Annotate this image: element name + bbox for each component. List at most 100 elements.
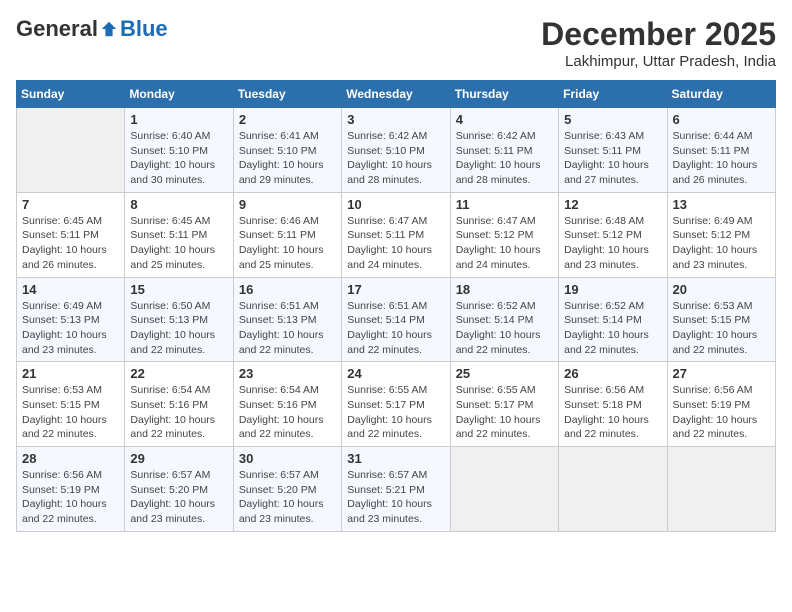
calendar-cell: 5Sunrise: 6:43 AMSunset: 5:11 PMDaylight… <box>559 108 667 193</box>
day-number: 2 <box>239 112 336 127</box>
day-info: Sunrise: 6:50 AMSunset: 5:13 PMDaylight:… <box>130 299 227 358</box>
calendar-cell: 17 Sunrise: 6:51 AMSunset: 5:14 PMDayligh… <box>342 277 450 362</box>
day-number: 27 <box>673 366 770 381</box>
calendar-cell <box>667 447 775 532</box>
day-info: Sunrise: 6:45 AMSunset: 5:11 PMDaylight:… <box>22 214 119 273</box>
day-number: 31 <box>347 451 444 466</box>
day-info: Sunrise: 6:52 AMSunset: 5:14 PMDaylight:… <box>564 299 661 358</box>
header-day-tuesday: Tuesday <box>233 81 341 108</box>
day-info: Sunrise: 6:54 AMSunset: 5:16 PMDaylight:… <box>130 383 227 442</box>
day-info: Sunrise: 6:40 AMSunset: 5:10 PMDaylight:… <box>130 129 227 188</box>
calendar-cell: 14 Sunrise: 6:49 AMSunset: 5:13 PMDayligh… <box>17 277 125 362</box>
day-info: Sunrise: 6:52 AMSunset: 5:14 PMDaylight:… <box>456 299 553 358</box>
day-number: 14 <box>22 282 119 297</box>
header-day-monday: Monday <box>125 81 233 108</box>
day-info: Sunrise: 6:53 AMSunset: 5:15 PMDaylight:… <box>22 383 119 442</box>
calendar-cell: 30 Sunrise: 6:57 AMSunset: 5:20 PMDayligh… <box>233 447 341 532</box>
calendar-cell: 24Sunrise: 6:55 AMSunset: 5:17 PMDayligh… <box>342 362 450 447</box>
day-number: 13 <box>673 197 770 212</box>
day-info: Sunrise: 6:57 AMSunset: 5:20 PMDaylight:… <box>239 468 336 527</box>
header-day-friday: Friday <box>559 81 667 108</box>
calendar-cell: 13 Sunrise: 6:49 AMSunset: 5:12 PMDayligh… <box>667 192 775 277</box>
logo-general: General <box>16 16 98 42</box>
day-info: Sunrise: 6:42 AMSunset: 5:10 PMDaylight:… <box>347 129 444 188</box>
calendar-week-3: 14 Sunrise: 6:49 AMSunset: 5:13 PMDayligh… <box>17 277 776 362</box>
day-number: 1 <box>130 112 227 127</box>
calendar-cell: 22 Sunrise: 6:54 AMSunset: 5:16 PMDayligh… <box>125 362 233 447</box>
day-number: 11 <box>456 197 553 212</box>
calendar-cell: 2 Sunrise: 6:41 AMSunset: 5:10 PMDaylight… <box>233 108 341 193</box>
day-info: Sunrise: 6:49 AMSunset: 5:12 PMDaylight:… <box>673 214 770 273</box>
calendar-week-4: 21 Sunrise: 6:53 AMSunset: 5:15 PMDayligh… <box>17 362 776 447</box>
calendar-cell: 11 Sunrise: 6:47 AMSunset: 5:12 PMDayligh… <box>450 192 558 277</box>
logo-blue: Blue <box>120 16 168 42</box>
day-number: 7 <box>22 197 119 212</box>
logo-icon <box>100 20 118 38</box>
page-header: General Blue December 2025 Lakhimpur, Ut… <box>16 16 776 70</box>
calendar-week-5: 28Sunrise: 6:56 AMSunset: 5:19 PMDayligh… <box>17 447 776 532</box>
day-number: 19 <box>564 282 661 297</box>
day-info: Sunrise: 6:51 AMSunset: 5:13 PMDaylight:… <box>239 299 336 358</box>
day-number: 15 <box>130 282 227 297</box>
day-info: Sunrise: 6:54 AMSunset: 5:16 PMDaylight:… <box>239 383 336 442</box>
day-number: 17 <box>347 282 444 297</box>
day-number: 26 <box>564 366 661 381</box>
day-number: 16 <box>239 282 336 297</box>
calendar-cell: 3 Sunrise: 6:42 AMSunset: 5:10 PMDaylight… <box>342 108 450 193</box>
calendar-cell <box>450 447 558 532</box>
day-number: 10 <box>347 197 444 212</box>
calendar-cell: 15 Sunrise: 6:50 AMSunset: 5:13 PMDayligh… <box>125 277 233 362</box>
day-number: 4 <box>456 112 553 127</box>
calendar-cell: 26 Sunrise: 6:56 AMSunset: 5:18 PMDayligh… <box>559 362 667 447</box>
day-info: Sunrise: 6:57 AMSunset: 5:20 PMDaylight:… <box>130 468 227 527</box>
day-info: Sunrise: 6:55 AMSunset: 5:17 PMDaylight:… <box>456 383 553 442</box>
day-info: Sunrise: 6:55 AMSunset: 5:17 PMDaylight:… <box>347 383 444 442</box>
day-info: Sunrise: 6:51 AMSunset: 5:14 PMDaylight:… <box>347 299 444 358</box>
logo: General Blue <box>16 16 168 42</box>
day-number: 22 <box>130 366 227 381</box>
day-number: 25 <box>456 366 553 381</box>
day-info: Sunrise: 6:41 AMSunset: 5:10 PMDaylight:… <box>239 129 336 188</box>
title-block: December 2025 Lakhimpur, Uttar Pradesh, … <box>541 16 776 70</box>
day-info: Sunrise: 6:46 AMSunset: 5:11 PMDaylight:… <box>239 214 336 273</box>
header-day-thursday: Thursday <box>450 81 558 108</box>
day-info: Sunrise: 6:53 AMSunset: 5:15 PMDaylight:… <box>673 299 770 358</box>
calendar-cell: 25 Sunrise: 6:55 AMSunset: 5:17 PMDayligh… <box>450 362 558 447</box>
calendar-cell: 29 Sunrise: 6:57 AMSunset: 5:20 PMDayligh… <box>125 447 233 532</box>
month-title: December 2025 <box>541 16 776 53</box>
calendar-cell <box>559 447 667 532</box>
header-day-wednesday: Wednesday <box>342 81 450 108</box>
calendar-week-1: 1 Sunrise: 6:40 AMSunset: 5:10 PMDaylight… <box>17 108 776 193</box>
day-number: 29 <box>130 451 227 466</box>
day-number: 18 <box>456 282 553 297</box>
calendar-cell: 27 Sunrise: 6:56 AMSunset: 5:19 PMDayligh… <box>667 362 775 447</box>
day-number: 21 <box>22 366 119 381</box>
day-info: Sunrise: 6:56 AMSunset: 5:19 PMDaylight:… <box>673 383 770 442</box>
header-day-saturday: Saturday <box>667 81 775 108</box>
day-info: Sunrise: 6:47 AMSunset: 5:12 PMDaylight:… <box>456 214 553 273</box>
day-number: 30 <box>239 451 336 466</box>
calendar-header: SundayMondayTuesdayWednesdayThursdayFrid… <box>17 81 776 108</box>
day-number: 20 <box>673 282 770 297</box>
calendar-cell: 4Sunrise: 6:42 AMSunset: 5:11 PMDaylight… <box>450 108 558 193</box>
calendar-cell: 20 Sunrise: 6:53 AMSunset: 5:15 PMDayligh… <box>667 277 775 362</box>
day-info: Sunrise: 6:47 AMSunset: 5:11 PMDaylight:… <box>347 214 444 273</box>
day-number: 12 <box>564 197 661 212</box>
location-subtitle: Lakhimpur, Uttar Pradesh, India <box>541 53 776 70</box>
day-info: Sunrise: 6:56 AMSunset: 5:18 PMDaylight:… <box>564 383 661 442</box>
calendar-cell: 18 Sunrise: 6:52 AMSunset: 5:14 PMDayligh… <box>450 277 558 362</box>
day-number: 6 <box>673 112 770 127</box>
day-number: 9 <box>239 197 336 212</box>
calendar-table: SundayMondayTuesdayWednesdayThursdayFrid… <box>16 80 776 532</box>
calendar-cell: 7 Sunrise: 6:45 AMSunset: 5:11 PMDaylight… <box>17 192 125 277</box>
calendar-cell: 21 Sunrise: 6:53 AMSunset: 5:15 PMDayligh… <box>17 362 125 447</box>
day-info: Sunrise: 6:49 AMSunset: 5:13 PMDaylight:… <box>22 299 119 358</box>
calendar-cell: 10 Sunrise: 6:47 AMSunset: 5:11 PMDayligh… <box>342 192 450 277</box>
day-info: Sunrise: 6:48 AMSunset: 5:12 PMDaylight:… <box>564 214 661 273</box>
calendar-cell: 31Sunrise: 6:57 AMSunset: 5:21 PMDayligh… <box>342 447 450 532</box>
day-info: Sunrise: 6:44 AMSunset: 5:11 PMDaylight:… <box>673 129 770 188</box>
calendar-cell: 8Sunrise: 6:45 AMSunset: 5:11 PMDaylight… <box>125 192 233 277</box>
day-number: 3 <box>347 112 444 127</box>
calendar-week-2: 7 Sunrise: 6:45 AMSunset: 5:11 PMDaylight… <box>17 192 776 277</box>
calendar-cell: 6 Sunrise: 6:44 AMSunset: 5:11 PMDaylight… <box>667 108 775 193</box>
